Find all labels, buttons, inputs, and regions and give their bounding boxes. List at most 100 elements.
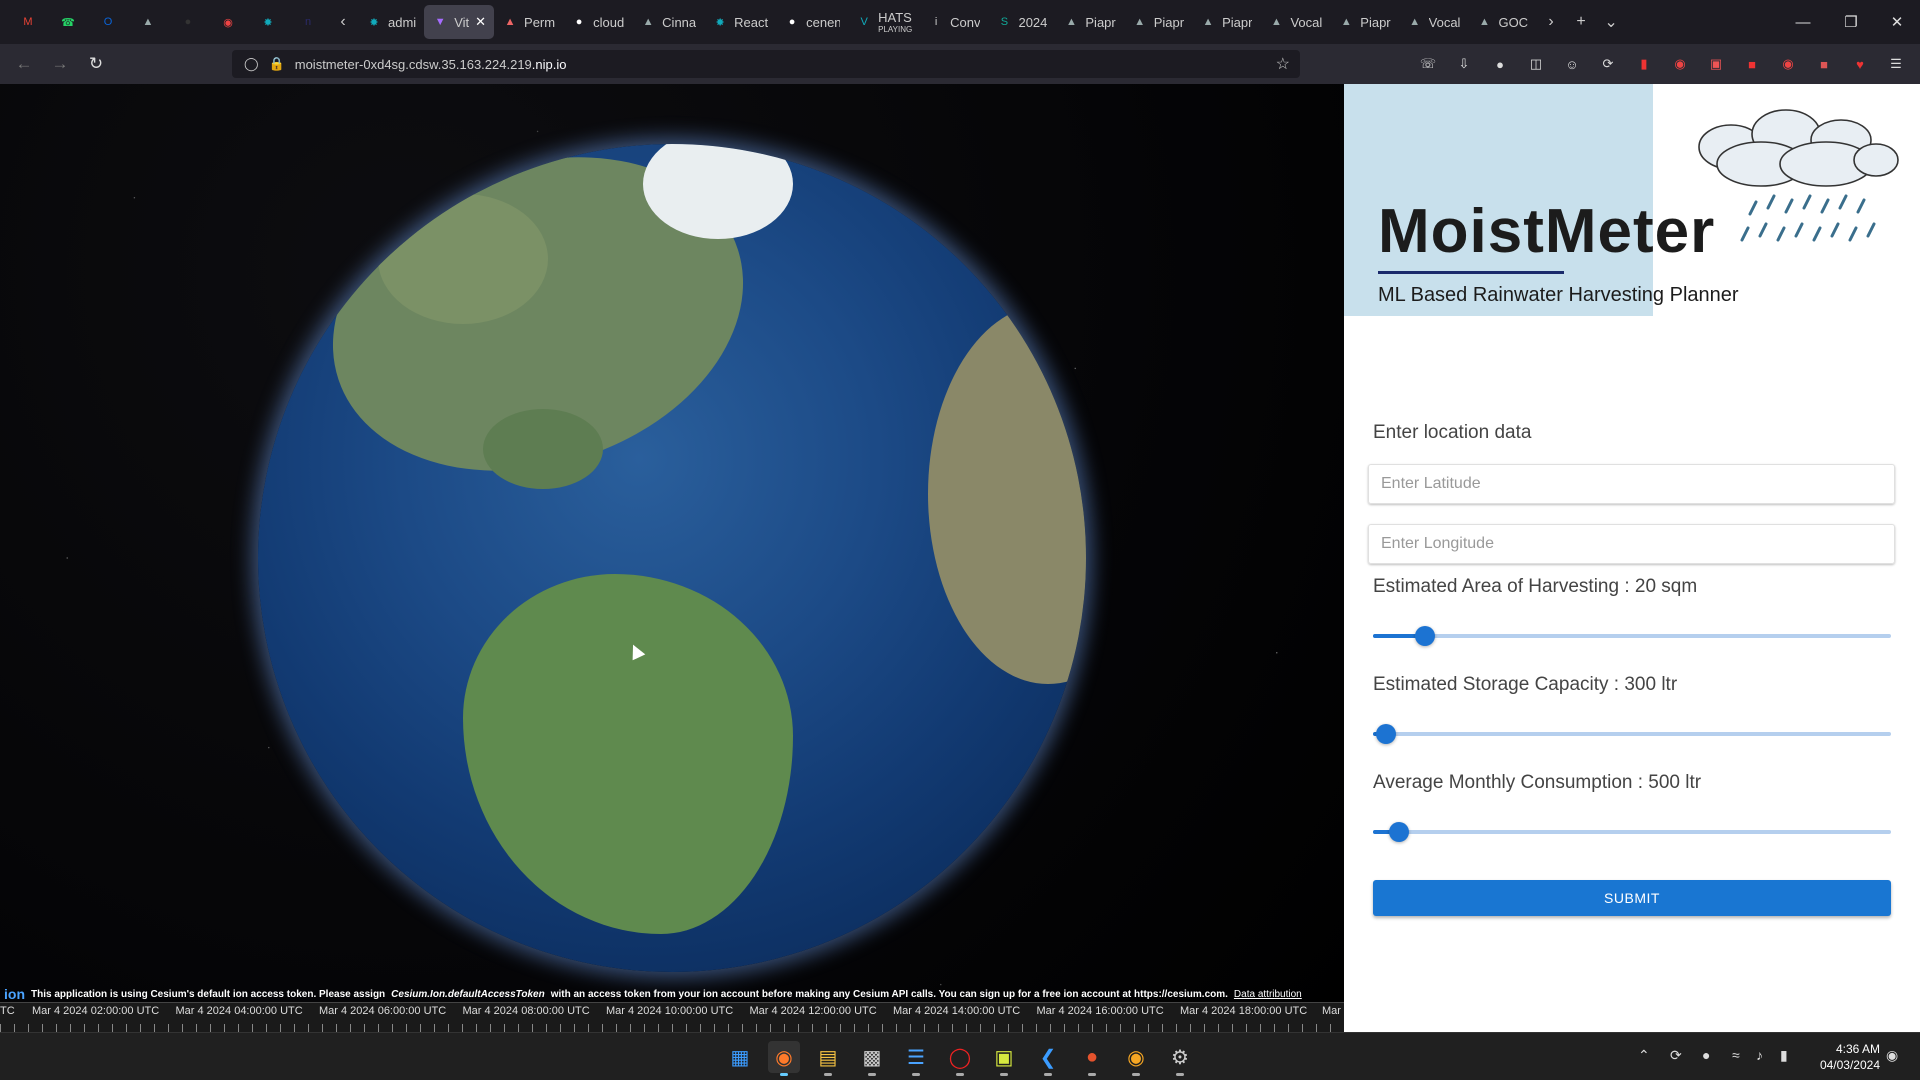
browser-tab[interactable]: ◉ [208, 5, 248, 39]
timeline-ticks [0, 1024, 1344, 1032]
downloads-icon[interactable]: ⇩ [1452, 52, 1476, 76]
tab-label: Conv [950, 14, 981, 30]
tab-label: Piapr [1360, 14, 1391, 30]
sync-icon[interactable]: ⟳ [1670, 1047, 1682, 1064]
chat-icon[interactable]: ☺ [1560, 52, 1584, 76]
n-icon: n [304, 16, 312, 28]
browser-tab[interactable]: ✸ [248, 5, 288, 39]
tab-label: Vocal [1428, 14, 1461, 30]
browser-tab[interactable]: O [88, 5, 128, 39]
close-window-button[interactable]: ✕ [1874, 0, 1920, 44]
close-tab-icon[interactable]: ✕ [475, 14, 486, 30]
minimize-icon: — [1795, 13, 1811, 31]
wifi-icon[interactable]: ≈ [1732, 1047, 1740, 1063]
latitude-input[interactable]: Enter Latitude [1368, 464, 1895, 504]
taskbar-firefox[interactable]: ◉ [768, 1041, 800, 1076]
taskbar-terminal[interactable]: ▩ [856, 1041, 888, 1076]
scroll-tabs-left-icon[interactable]: ‹ [328, 13, 358, 31]
browser-tab[interactable]: ✸ admi [358, 5, 424, 39]
taskbar-vscode[interactable]: ❮ [1032, 1041, 1064, 1076]
pocket-icon[interactable]: ☏ [1416, 52, 1440, 76]
browser-tab[interactable]: ▲ Piapr [1124, 5, 1192, 39]
back-button[interactable]: ← [6, 48, 42, 80]
browser-tab[interactable]: ● cloud [563, 5, 632, 39]
browser-tab[interactable]: ☎ [48, 5, 88, 39]
longitude-input[interactable]: Enter Longitude [1368, 524, 1895, 564]
taskbar-file-explorer[interactable]: ▤ [812, 1041, 844, 1076]
notification-bell-icon[interactable]: ◉ [1886, 1047, 1898, 1064]
data-attribution-link[interactable]: Data attribution [1234, 989, 1302, 1000]
browser-tab[interactable]: ▲ GOC [1468, 5, 1536, 39]
consumption-slider-thumb[interactable] [1389, 822, 1409, 842]
minimize-button[interactable]: — [1780, 0, 1826, 44]
volume-icon[interactable]: ♪ [1756, 1047, 1763, 1063]
browser-tab[interactable]: M [8, 5, 48, 39]
browser-tab[interactable]: ▲ Vocal [1399, 5, 1469, 39]
storage-slider[interactable] [1373, 724, 1891, 744]
b-extension-icon[interactable]: ■ [1812, 52, 1836, 76]
record-extension-icon[interactable]: ◉ [1668, 52, 1692, 76]
browser-tab[interactable]: ▲ Vocal [1260, 5, 1330, 39]
microphone-icon[interactable]: ● [1702, 1047, 1710, 1063]
browser-tab[interactable]: ▲ Perm [494, 5, 563, 39]
new-tab-icon[interactable]: + [1566, 13, 1596, 31]
start-button[interactable]: ▦ [724, 1041, 756, 1073]
browser-tab[interactable]: V HATS PLAYING [848, 5, 920, 39]
tab-label: 2024 [1018, 14, 1048, 30]
cesium-viewer[interactable]: ion This application is using Cesium's d… [0, 84, 1344, 1032]
browser-tab[interactable]: ▲ Piapr [1330, 5, 1398, 39]
extensions-puzzle-icon[interactable]: ◫ [1524, 52, 1548, 76]
submit-button[interactable]: SUBMIT [1373, 880, 1891, 916]
forward-button[interactable]: → [42, 48, 78, 80]
timeline-end-label: Mar [1322, 1005, 1341, 1017]
browser-tab[interactable]: ✸ React [704, 5, 776, 39]
clock-date: 04/03/2024 [1819, 1058, 1880, 1072]
taskbar-notepad[interactable]: ☰ [900, 1041, 932, 1076]
browser-tab[interactable]: ● cenen [776, 5, 848, 39]
address-bar[interactable]: ◯ 🔒 moistmeter-0xd4sg.cdsw.35.163.224.21… [232, 50, 1300, 78]
blender-icon: ◉ [1127, 1046, 1145, 1069]
list-tabs-icon[interactable]: ⌄ [1596, 12, 1626, 32]
timeline-tick-label: Mar 4 2024 04:00:00 UTC [175, 1005, 303, 1017]
badge-extension-icon[interactable]: ◉ [1776, 52, 1800, 76]
scroll-tabs-right-icon[interactable]: › [1536, 13, 1566, 31]
timeline-tick-label: Mar 4 2024 10:00:00 UTC [606, 1005, 734, 1017]
cesium-credit: ion This application is using Cesium's d… [0, 986, 1344, 1002]
browser-tab[interactable]: ▲ Piapr [1192, 5, 1260, 39]
battery-icon[interactable]: ▮ [1780, 1047, 1788, 1064]
area-slider-thumb[interactable] [1415, 626, 1435, 646]
browser-tab[interactable]: i Conv [920, 5, 988, 39]
reload-button[interactable]: ↻ [78, 48, 114, 80]
heart-extension-icon[interactable]: ♥ [1848, 52, 1872, 76]
taskbar-opera[interactable]: ◯ [944, 1041, 976, 1076]
menu-icon[interactable]: ☰ [1884, 52, 1908, 76]
browser-tab[interactable]: S 2024 [988, 5, 1055, 39]
storage-slider-thumb[interactable] [1376, 724, 1396, 744]
browser-tab[interactable]: ▲ Piapr [1055, 5, 1123, 39]
browser-tab[interactable]: ● [168, 5, 208, 39]
system-clock[interactable]: 4:36 AM 04/03/2024 [1796, 1041, 1880, 1073]
browser-tab[interactable]: ▼ Vit ✕ [424, 5, 495, 39]
area-slider[interactable] [1373, 626, 1891, 646]
taskbar-pycharm[interactable]: ▣ [988, 1041, 1020, 1076]
browser-tab[interactable]: n [288, 5, 328, 39]
taskbar-powerpoint[interactable]: ● [1076, 1041, 1108, 1076]
browser-tab[interactable]: ▲ [128, 5, 168, 39]
youtube-extension-icon[interactable]: ▮ [1632, 52, 1656, 76]
reload-icon: ↻ [88, 54, 104, 73]
taskbar-app[interactable]: ⚙ [1164, 1041, 1196, 1076]
taskbar-blender[interactable]: ◉ [1120, 1041, 1152, 1076]
screen-extension-icon[interactable]: ▣ [1704, 52, 1728, 76]
extension-green-icon[interactable]: ● [1488, 52, 1512, 76]
earth-globe[interactable] [258, 144, 1086, 972]
restore-button[interactable]: ❐ [1828, 0, 1874, 44]
share-icon[interactable]: ⟳ [1596, 52, 1620, 76]
lock-extension-icon[interactable]: ■ [1740, 52, 1764, 76]
arrow-left-icon: ← [15, 54, 33, 73]
vite-icon: ▼ [434, 16, 446, 28]
browser-tab[interactable]: ▲ Cinna [632, 5, 704, 39]
consumption-slider[interactable] [1373, 822, 1891, 842]
tray-chevron-up-icon[interactable]: ⌃ [1638, 1047, 1650, 1064]
bookmark-star-icon[interactable]: ☆ [1276, 54, 1290, 74]
cesium-timeline[interactable]: TC Mar 4 2024 02:00:00 UTC Mar 4 2024 04:… [0, 1002, 1344, 1032]
